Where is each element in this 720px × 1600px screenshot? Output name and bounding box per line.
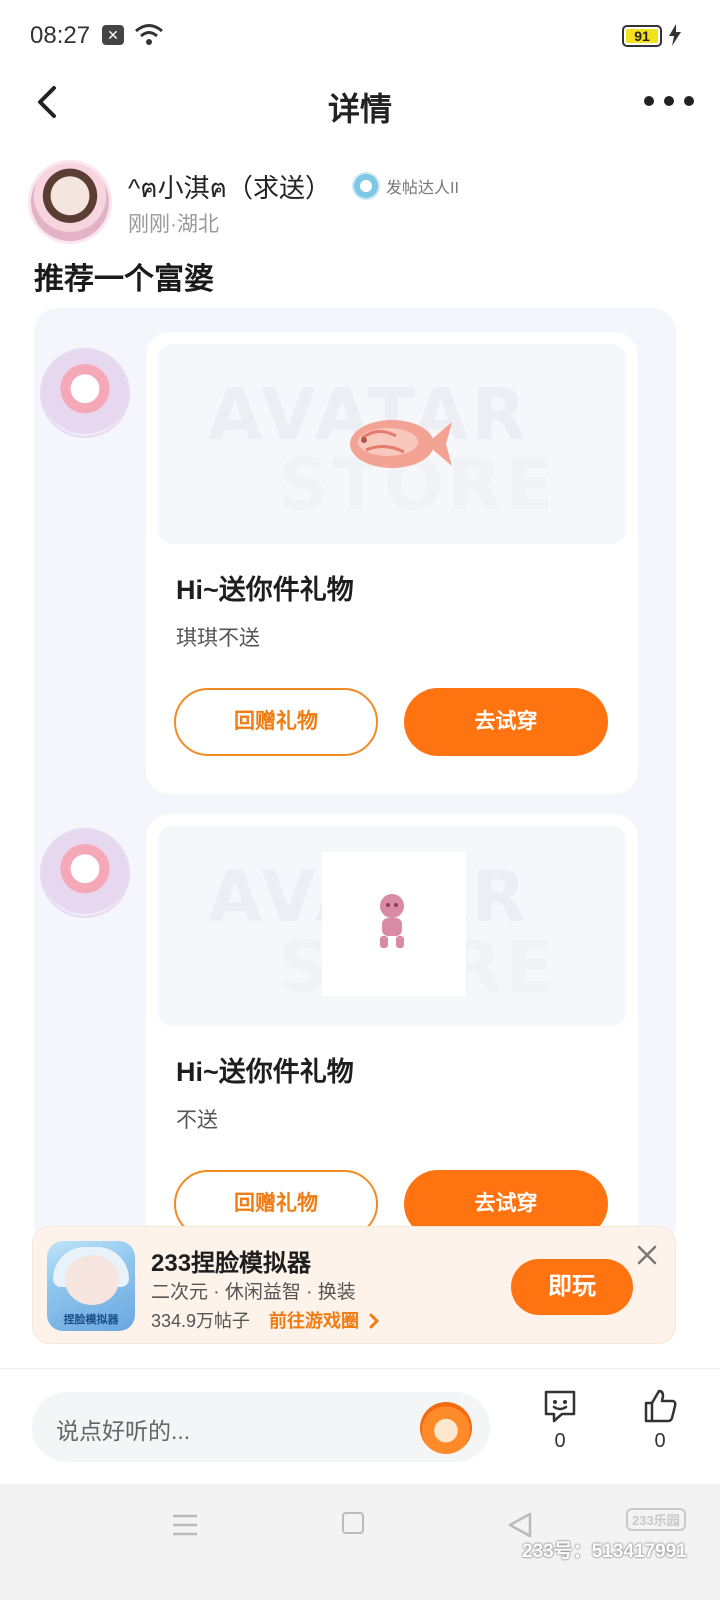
battery-icon: 91	[622, 25, 662, 47]
card-subtitle: 琪琪不送	[176, 627, 260, 650]
game-title[interactable]: 233捏脸模拟器	[151, 1243, 311, 1278]
card-title: Hi~送你件礼物	[176, 1057, 354, 1087]
gift-card: AVATAR STORE Hi~送你件礼物 不送 回赠礼物 去试穿	[146, 814, 638, 1248]
notification-icon: ✕	[102, 25, 124, 45]
author-row: ^ฅ小淇ฅ（求送） 发帖达人II 刚刚·湖北	[24, 156, 704, 246]
page-title: 详情	[327, 91, 392, 127]
play-now-button[interactable]: 即玩	[511, 1259, 633, 1315]
author-avatar[interactable]	[28, 160, 112, 244]
charging-icon	[669, 24, 681, 46]
game-icon-label: 捏脸模拟器	[63, 1314, 119, 1326]
comment-button[interactable]: 0	[530, 1388, 590, 1453]
post-time-location: 刚刚·湖北	[128, 213, 219, 236]
dot-icon	[664, 96, 674, 106]
goto-game-circle-label: 前往游戏圈	[269, 1311, 359, 1331]
game-banner[interactable]: 捏脸模拟器 233捏脸模拟器 二次元 · 休闲益智 · 换装 334.9万帖子 …	[32, 1226, 676, 1344]
home-nav-button[interactable]	[342, 1512, 364, 1534]
card-title: Hi~送你件礼物	[176, 575, 354, 605]
author-name[interactable]: ^ฅ小淇ฅ（求送）	[128, 168, 331, 209]
game-post-count: 334.9万帖子	[151, 1311, 251, 1331]
try-on-button[interactable]: 去试穿	[404, 688, 608, 756]
battery-level: 91	[634, 28, 650, 44]
status-time: 08:27	[30, 22, 91, 49]
divider	[0, 1368, 720, 1369]
comment-count: 0	[554, 1430, 566, 1452]
game-icon[interactable]: 捏脸模拟器	[47, 1241, 135, 1331]
goto-game-circle-link[interactable]: 前往游戏圈	[269, 1307, 380, 1333]
back-nav-icon[interactable]	[508, 1512, 532, 1538]
post-text: 推荐一个富婆	[34, 263, 214, 296]
thumbs-up-icon	[644, 1389, 677, 1423]
more-options-button[interactable]	[644, 90, 694, 112]
close-icon[interactable]	[635, 1243, 659, 1267]
gift-thumbnail	[322, 852, 466, 996]
card-subtitle: 不送	[176, 1109, 218, 1132]
gift-card: AVATAR STORE Hi~送你件礼物 琪琪不送 回赠礼物 去试穿	[146, 332, 638, 794]
like-count: 0	[654, 1430, 666, 1452]
doll-icon	[380, 894, 404, 948]
comment-input[interactable]: 说点好听的...	[32, 1392, 490, 1462]
chat-avatar	[40, 348, 130, 438]
dot-icon	[644, 96, 654, 106]
wifi-icon	[135, 24, 163, 45]
comment-placeholder: 说点好听的...	[56, 1418, 191, 1444]
menu-icon[interactable]	[172, 1514, 198, 1536]
return-gift-button[interactable]: 回赠礼物	[174, 688, 378, 756]
chevron-right-icon	[369, 1313, 380, 1329]
system-nav-bar: 233乐园 233号：513417991	[0, 1484, 720, 1600]
dot-icon	[684, 96, 694, 106]
post-image[interactable]: AVATAR STORE Hi~送你件礼物 琪琪不送 回赠礼物 去试穿 AVAT…	[34, 308, 676, 1248]
author-badge[interactable]: 发帖达人II	[352, 172, 459, 200]
fish-icon	[350, 420, 452, 468]
comment-icon	[544, 1390, 576, 1423]
header: 详情	[0, 72, 720, 134]
chat-avatar	[40, 828, 130, 918]
gift-preview: AVATAR STORE	[158, 344, 626, 544]
game-tags: 二次元 · 休闲益智 · 换装	[151, 1282, 356, 1303]
watermark-logo: 233乐园	[626, 1508, 686, 1531]
emoji-button[interactable]	[420, 1402, 472, 1454]
badge-icon	[352, 172, 380, 200]
badge-label: 发帖达人II	[386, 180, 459, 197]
like-button[interactable]: 0	[630, 1388, 690, 1453]
gift-preview: AVATAR STORE	[158, 826, 626, 1026]
status-bar: 08:27 ✕ 91	[0, 0, 720, 72]
watermark-id: 233号：513417991	[522, 1541, 687, 1562]
